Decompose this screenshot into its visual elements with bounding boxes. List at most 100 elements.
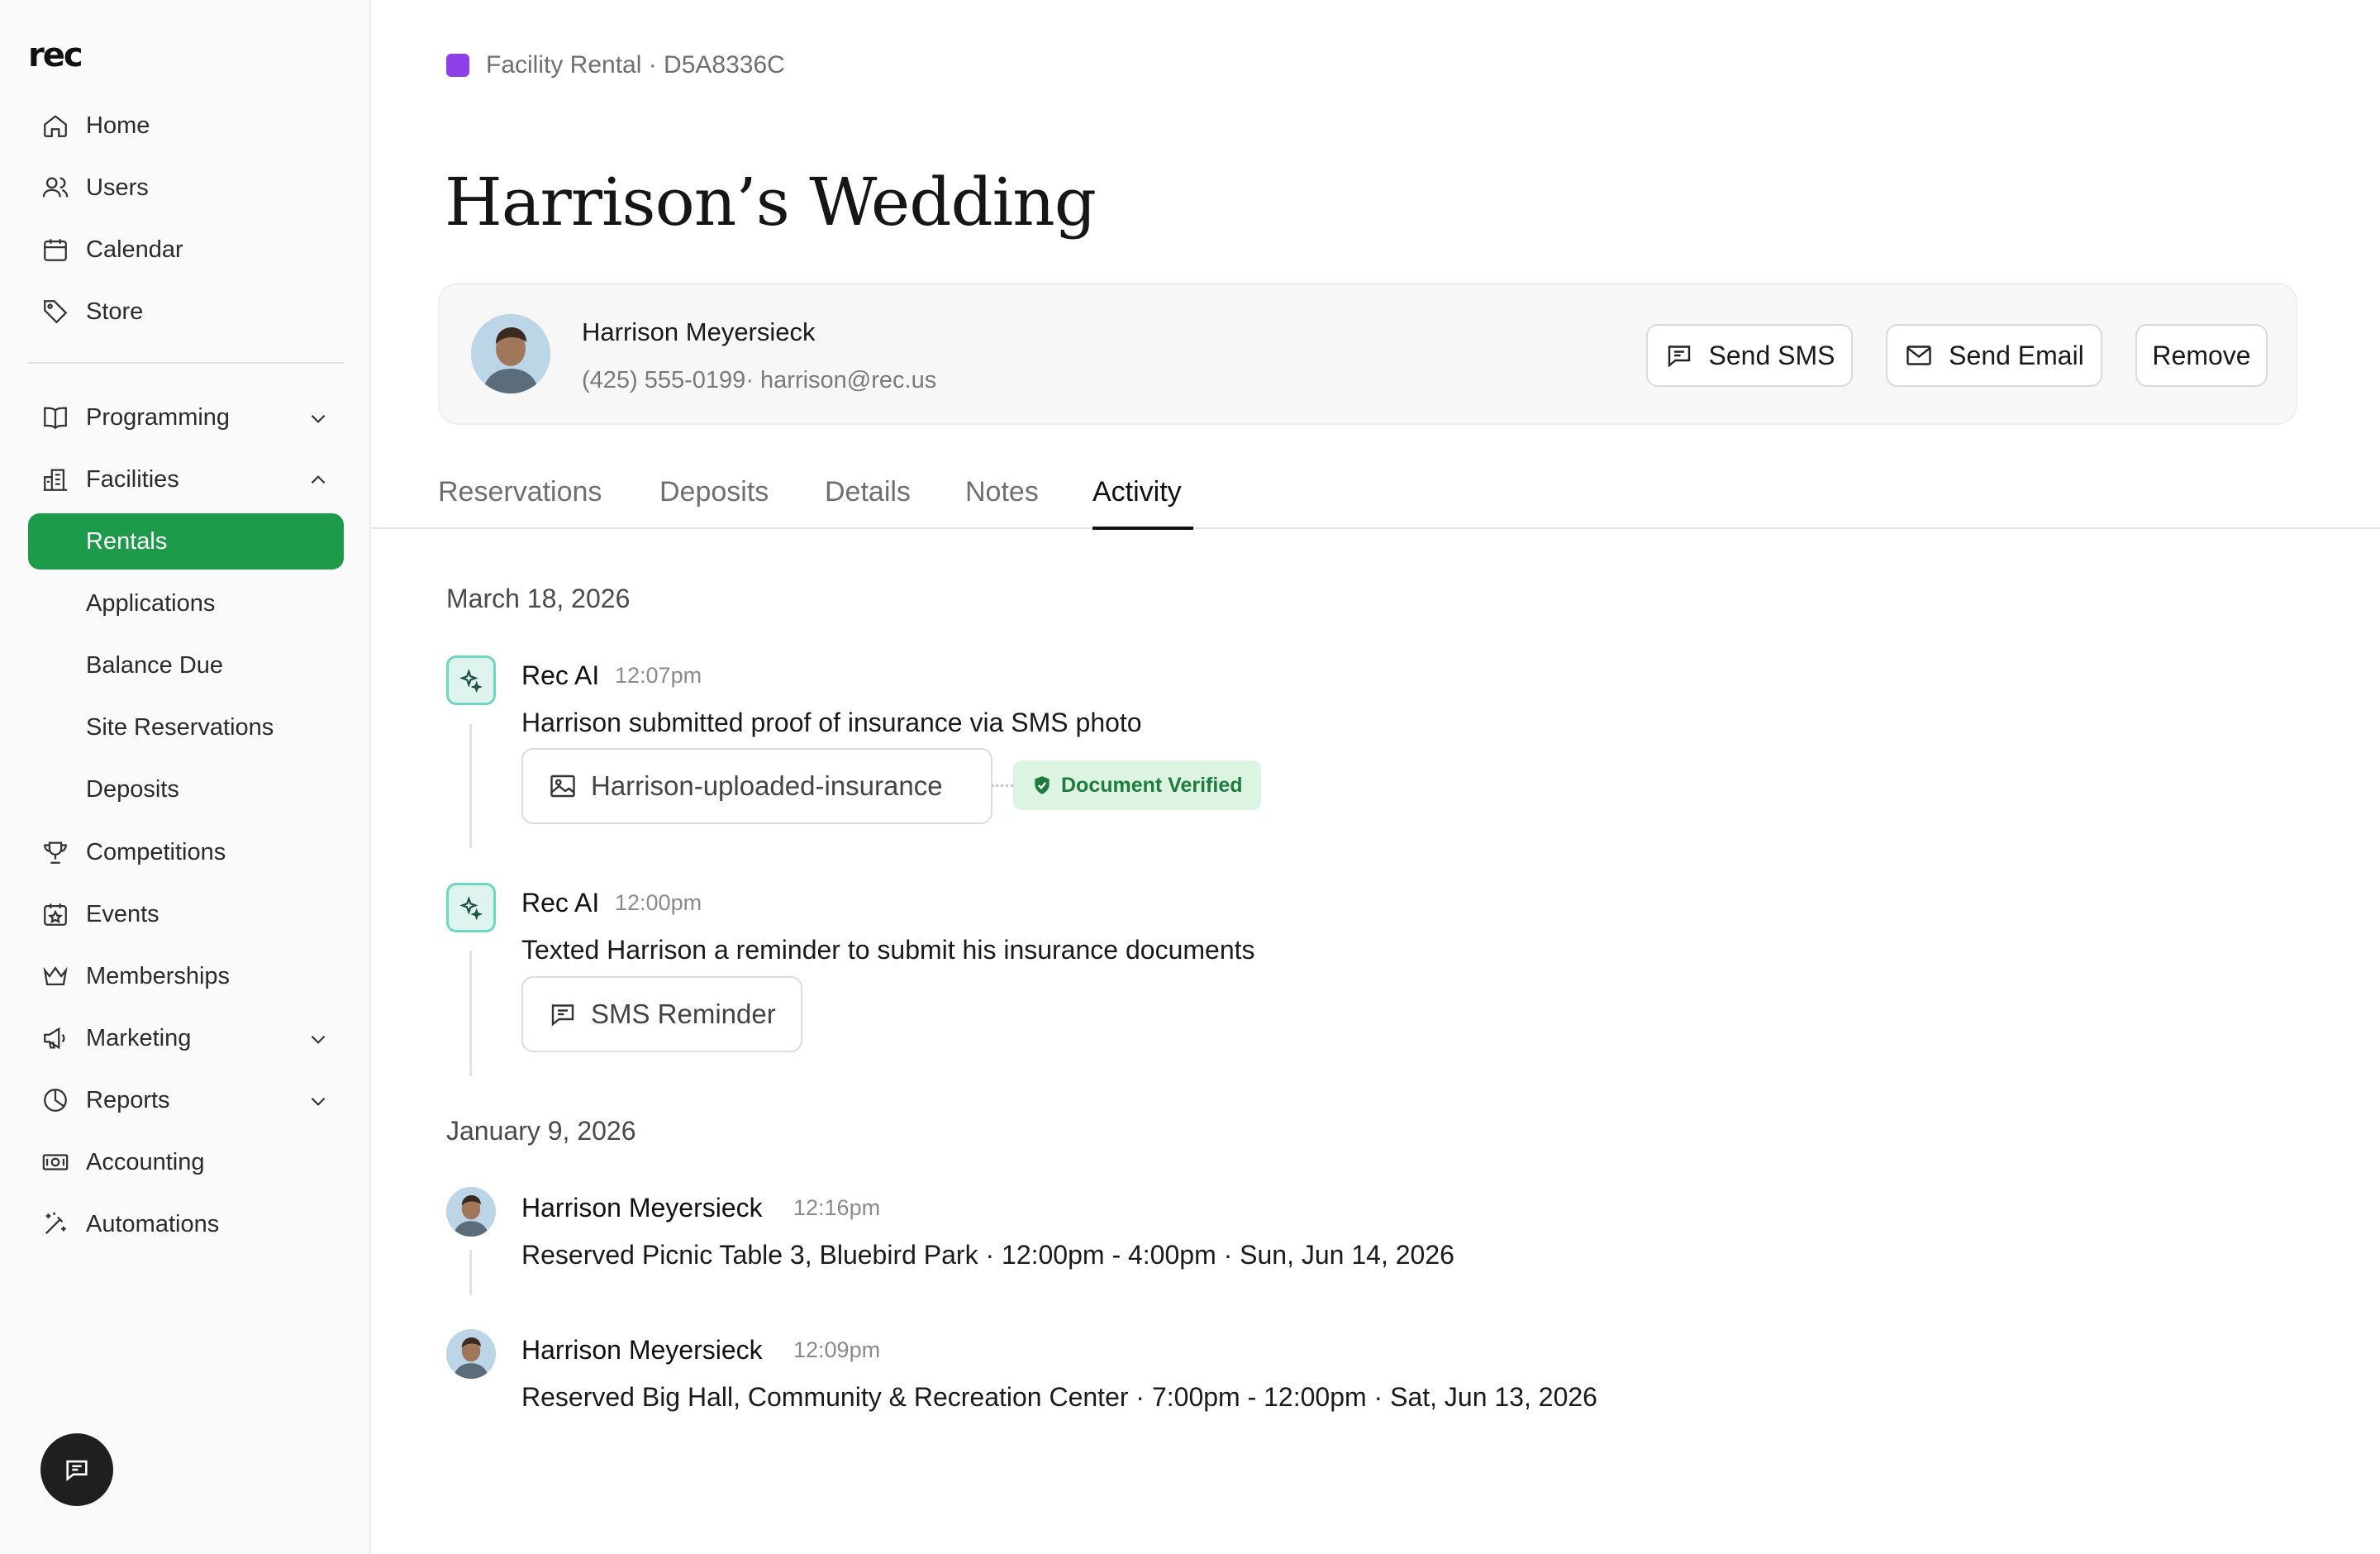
sidebar-item-competitions[interactable]: Competitions [28, 824, 344, 880]
sidebar-item-rentals[interactable]: Rentals [28, 513, 344, 570]
crown-icon [43, 966, 68, 986]
rental-type-swatch [446, 54, 469, 77]
building-icon [43, 469, 68, 491]
calendar-star-icon [44, 903, 67, 926]
chevron-down-icon[interactable] [307, 408, 329, 429]
sparkle-icon [459, 669, 483, 694]
remove-label: Remove [2152, 340, 2251, 370]
sidebar-item-balance-due[interactable]: Balance Due [28, 637, 344, 694]
sidebar-item-label: Marketing [86, 1024, 192, 1051]
sidebar-divider [28, 362, 344, 364]
activity-time: 12:09pm [793, 1337, 881, 1362]
avatar[interactable] [471, 314, 550, 393]
sidebar-item-reports[interactable]: Reports [28, 1072, 344, 1128]
activity-actor[interactable]: Harrison Meyersieck [521, 1335, 763, 1366]
sparkle-icon [459, 896, 483, 921]
chevron-down-icon[interactable] [307, 1090, 329, 1112]
rec-ai-badge [446, 883, 496, 932]
tab-deposits[interactable]: Deposits [659, 476, 769, 508]
activity-actor: Rec AI [521, 888, 600, 918]
timeline-connector [469, 1250, 472, 1295]
page-title: Harrison’s Wedding [445, 164, 1097, 241]
trophy-icon [44, 841, 67, 864]
breadcrumb-text[interactable]: Facility Rental · D5A8336C [486, 51, 785, 79]
users-icon [42, 177, 69, 198]
sidebar-item-store[interactable]: Store [28, 284, 344, 340]
sidebar-item-programming[interactable]: Programming [28, 389, 344, 446]
avatar[interactable] [446, 1187, 496, 1237]
send-email-button[interactable]: Send Email [1886, 324, 2102, 387]
sidebar: rec Home Users Calendar Store Programmin… [0, 0, 371, 1554]
sidebar-item-site-reservations[interactable]: Site Reservations [28, 699, 344, 756]
sidebar-item-calendar[interactable]: Calendar [28, 222, 344, 278]
sidebar-item-label: Home [86, 112, 150, 139]
sidebar-item-facilities[interactable]: Facilities [28, 451, 344, 508]
sidebar-item-marketing[interactable]: Marketing [28, 1010, 344, 1066]
status-badge: Document Verified [1013, 760, 1261, 810]
chat-button[interactable] [40, 1433, 113, 1506]
tab-details[interactable]: Details [825, 476, 911, 508]
activity-actor: Rec AI [521, 660, 600, 690]
tab-reservations[interactable]: Reservations [438, 476, 602, 508]
sidebar-item-memberships[interactable]: Memberships [28, 948, 344, 1004]
sidebar-item-label: Balance Due [86, 651, 224, 679]
tag-icon [44, 300, 68, 324]
person-icon [446, 1187, 496, 1237]
chevron-down-icon[interactable] [307, 1028, 329, 1050]
person-icon [446, 1329, 496, 1379]
contact-details: (425) 555-0199· harrison@rec.us [582, 367, 937, 393]
activity-time: 12:16pm [793, 1195, 881, 1220]
send-sms-button[interactable]: Send SMS [1646, 324, 1853, 387]
activity-time: 12:07pm [615, 663, 702, 688]
megaphone-icon [44, 1027, 65, 1050]
contact-name[interactable]: Harrison Meyersieck [582, 317, 816, 347]
message-icon [551, 1004, 574, 1027]
sidebar-item-label: Automations [86, 1210, 220, 1237]
shield-check-icon [1035, 776, 1050, 794]
sidebar-item-label: Reports [86, 1086, 170, 1113]
attachment-chip[interactable]: Harrison-uploaded-insurance [521, 748, 992, 824]
magic-wand-icon [45, 1212, 66, 1235]
sidebar-item-accounting[interactable]: Accounting [28, 1134, 344, 1190]
send-sms-label: Send SMS [1708, 340, 1835, 370]
money-icon [42, 1154, 69, 1170]
calendar-icon [44, 239, 67, 261]
rec-ai-badge [446, 655, 496, 705]
activity-date-heading: January 9, 2026 [446, 1116, 636, 1146]
avatar[interactable] [446, 1329, 496, 1379]
sidebar-item-deposits[interactable]: Deposits [28, 761, 344, 818]
activity-date-heading: March 18, 2026 [446, 584, 631, 613]
home-icon [44, 115, 67, 137]
message-icon [1668, 346, 1690, 368]
status-badge-label: Document Verified [1061, 773, 1243, 797]
sidebar-item-label: Users [86, 174, 149, 201]
sidebar-item-label: Facilities [86, 465, 179, 493]
attachment-chip[interactable]: SMS Reminder [521, 976, 802, 1052]
sidebar-item-home[interactable]: Home [28, 98, 344, 154]
activity-text: Reserved Picnic Table 3, Bluebird Park ·… [521, 1240, 1454, 1270]
sidebar-item-label: Calendar [86, 236, 183, 263]
sidebar-item-label: Applications [86, 589, 216, 617]
app-logo[interactable]: rec [28, 36, 83, 74]
sidebar-item-users[interactable]: Users [28, 160, 344, 216]
sidebar-item-applications[interactable]: Applications [28, 575, 344, 632]
sidebar-item-automations[interactable]: Automations [28, 1196, 344, 1252]
image-icon [550, 775, 575, 798]
activity-text: Reserved Big Hall, Community & Recreatio… [521, 1382, 1597, 1412]
attachment-name: SMS Reminder [591, 999, 776, 1029]
sidebar-item-label: Accounting [86, 1148, 205, 1175]
timeline-connector [469, 724, 472, 848]
tab-notes[interactable]: Notes [965, 476, 1039, 508]
activity-actor[interactable]: Harrison Meyersieck [521, 1193, 763, 1223]
sidebar-item-label: Events [86, 900, 159, 927]
pie-chart-icon [44, 1089, 67, 1112]
chevron-up-icon[interactable] [307, 470, 329, 491]
activity-text: Harrison submitted proof of insurance vi… [521, 708, 1142, 737]
remove-button[interactable]: Remove [2135, 324, 2268, 387]
sidebar-item-label: Rentals [86, 527, 168, 555]
active-tab-indicator [1092, 527, 1193, 530]
timeline-connector [469, 951, 472, 1076]
tab-activity[interactable]: Activity [1092, 476, 1182, 508]
sidebar-item-events[interactable]: Events [28, 886, 344, 942]
tabs-divider [371, 527, 2380, 529]
